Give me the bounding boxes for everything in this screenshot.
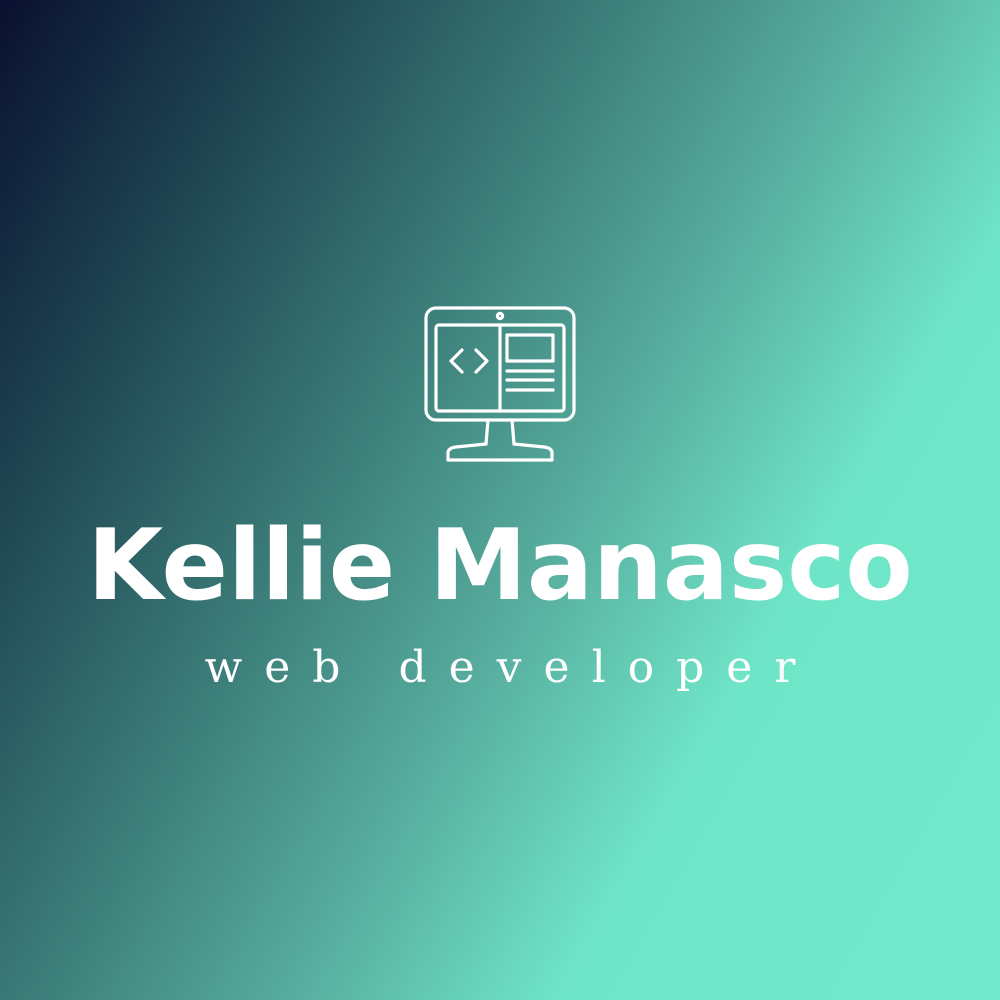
logo: Kellie Manasco web developer [0, 0, 1000, 1000]
brand-name: Kellie Manasco [87, 509, 913, 623]
tagline: web developer [204, 642, 818, 693]
monitor-code-icon [424, 306, 576, 462]
